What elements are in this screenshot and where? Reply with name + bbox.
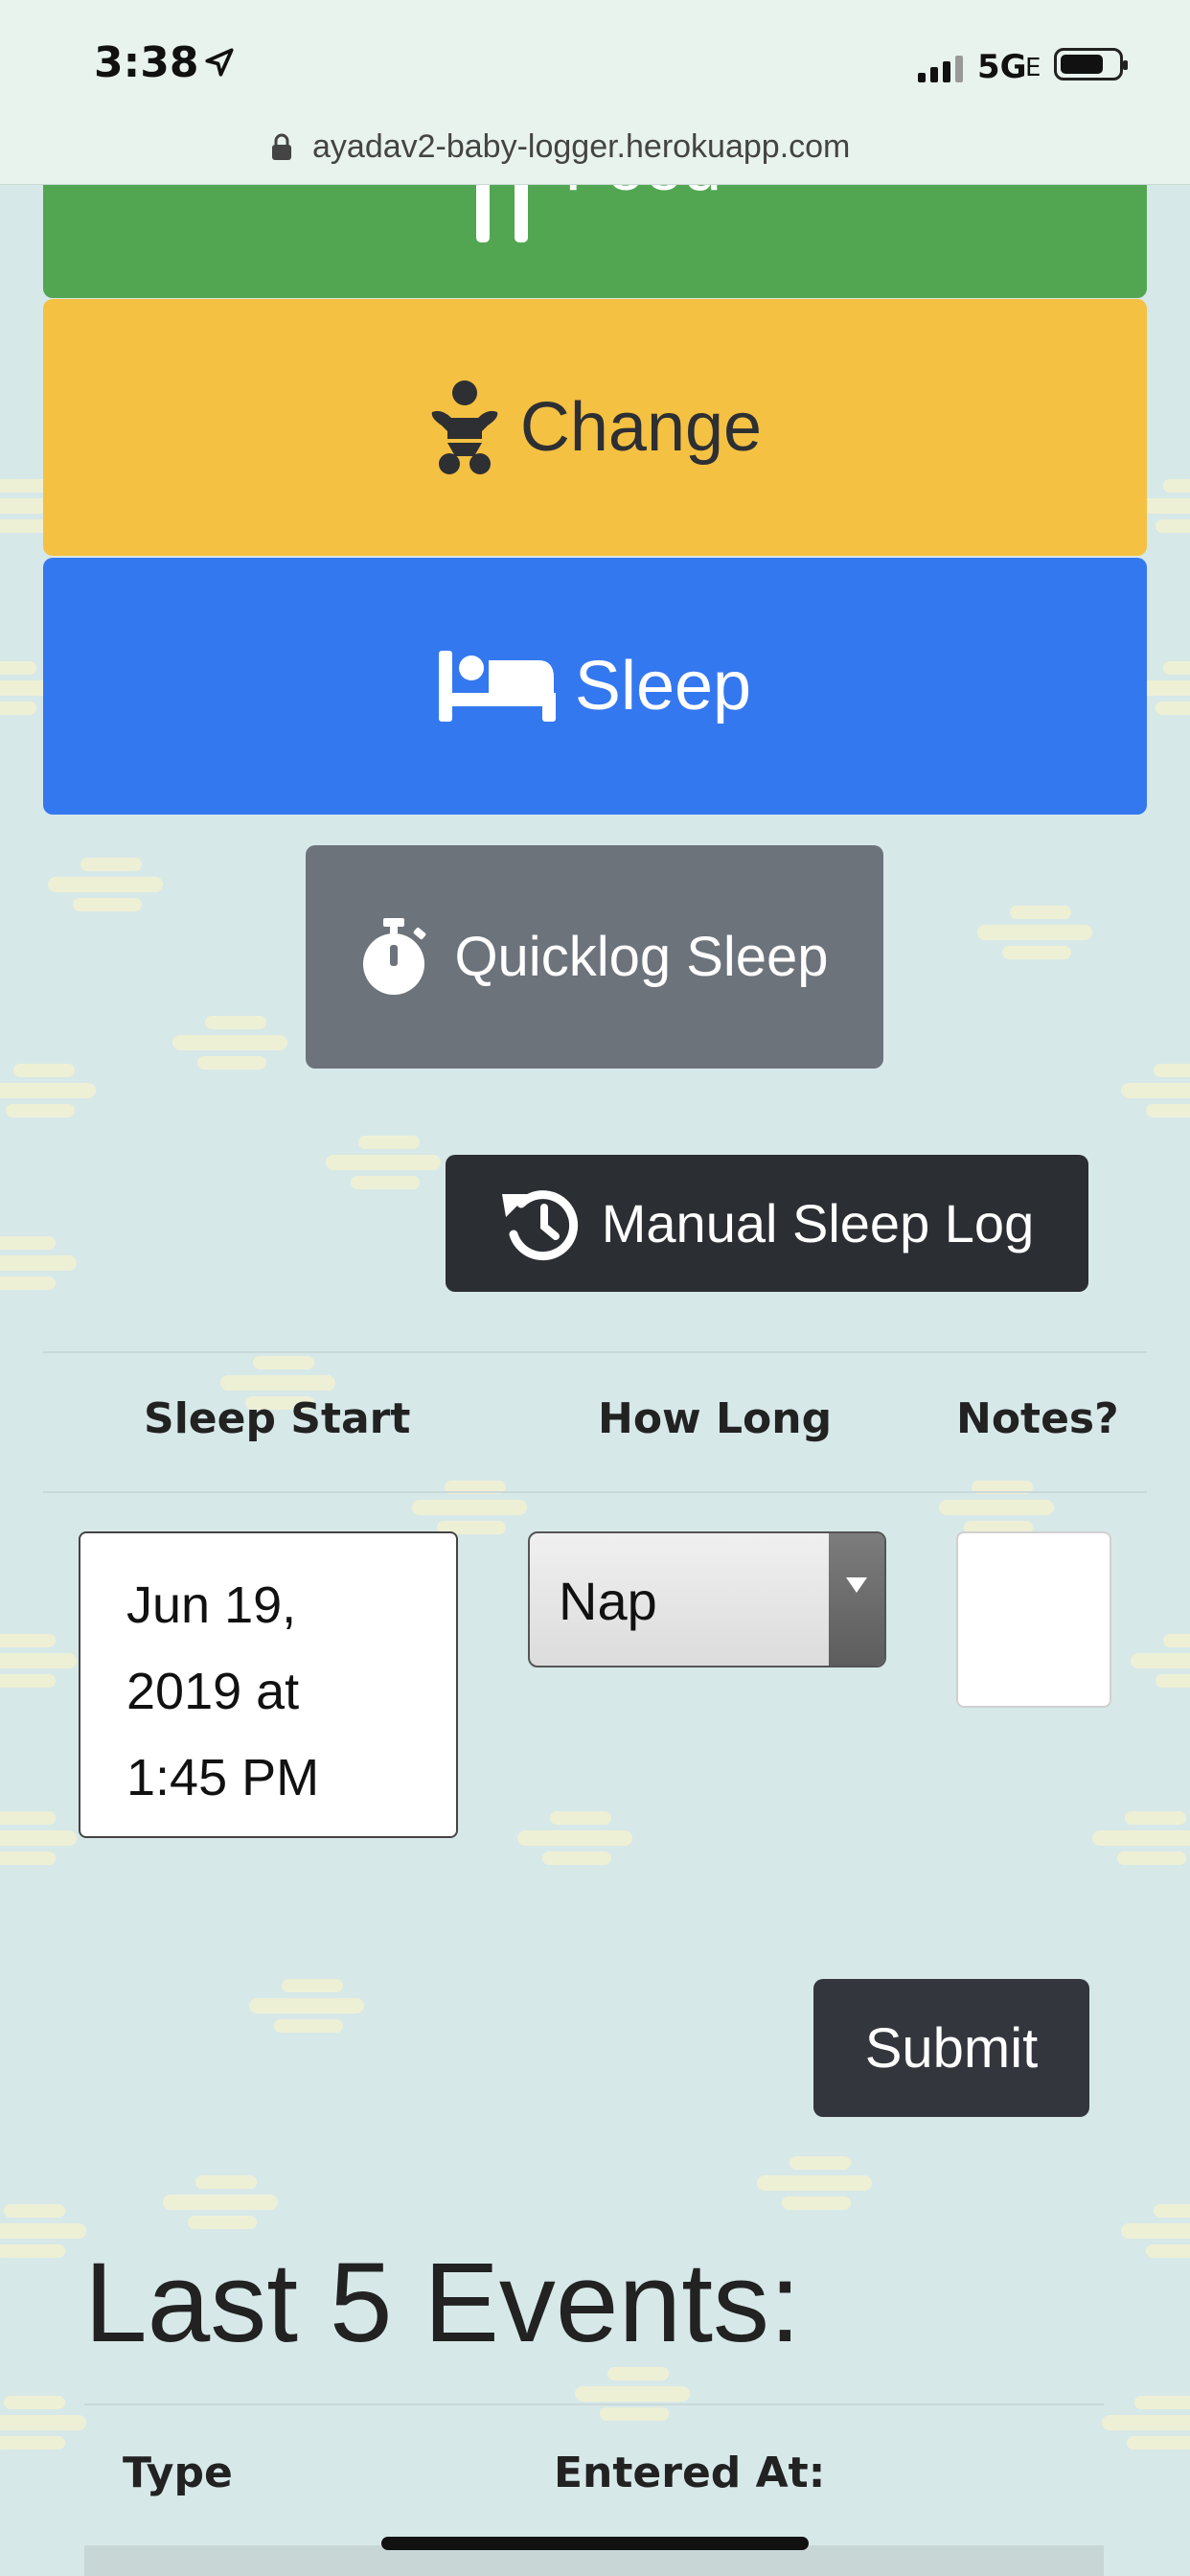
food-button-label: Food [564, 185, 721, 206]
baby-icon [431, 380, 498, 474]
change-button-label: Change [519, 389, 763, 466]
network-type: 5G [977, 48, 1027, 86]
stopwatch-icon [363, 917, 426, 995]
food-button[interactable]: Food [43, 185, 1147, 298]
cloud-decoration [575, 2367, 690, 2425]
sleep-start-header: Sleep Start [144, 1394, 411, 1443]
sleep-start-date-line: Jun 19, [126, 1576, 297, 1634]
sleep-start-time-line: 1:45 PM [126, 1749, 320, 1806]
last-events-title: Last 5 Events: [84, 2240, 801, 2366]
notes-input[interactable] [956, 1531, 1111, 1708]
utensils-icon [475, 185, 528, 242]
divider [84, 2404, 1104, 2405]
sleep-button[interactable]: Sleep [43, 558, 1147, 815]
network-type-suffix: E [1025, 54, 1041, 82]
how-long-select[interactable]: Nap [528, 1531, 886, 1668]
history-icon [501, 1189, 578, 1260]
cloud-decoration [977, 906, 1092, 963]
quicklog-sleep-button[interactable]: Quicklog Sleep [306, 845, 883, 1069]
how-long-header: How Long [598, 1394, 833, 1443]
notes-header: Notes? [956, 1394, 1119, 1443]
quicklog-sleep-label: Quicklog Sleep [454, 926, 829, 988]
location-arrow-icon [205, 48, 234, 77]
url-text: ayadav2-baby-logger.herokuapp.com [312, 128, 851, 165]
divider [43, 1491, 1147, 1493]
change-button[interactable]: Change [43, 299, 1147, 556]
sleep-start-year-line: 2019 at [126, 1663, 300, 1720]
cloud-decoration [0, 1064, 96, 1121]
cloud-decoration [1121, 1064, 1190, 1121]
cloud-decoration [0, 1236, 77, 1294]
cloud-decoration [517, 1811, 632, 1869]
select-arrow [829, 1533, 884, 1666]
cloud-decoration [0, 2204, 86, 2262]
bed-icon [438, 651, 556, 722]
caret-down-icon [846, 1577, 867, 1593]
cloud-decoration [249, 1979, 364, 2036]
cloud-decoration [1092, 1811, 1190, 1869]
cloud-decoration [0, 1811, 77, 1869]
cloud-decoration [163, 2175, 278, 2233]
how-long-selected-value: Nap [559, 1571, 657, 1631]
cloud-decoration [1102, 2396, 1190, 2453]
events-column-entered-at: Entered At: [554, 2449, 826, 2497]
cloud-decoration [1121, 2204, 1190, 2262]
manual-sleep-log-button[interactable]: Manual Sleep Log [446, 1155, 1088, 1292]
sleep-start-datetime-input[interactable]: Jun 19, 2019 at 1:45 PM [79, 1531, 458, 1838]
status-time: 3:38 [94, 38, 199, 87]
cloud-decoration [0, 1634, 77, 1691]
home-indicator[interactable] [381, 2537, 809, 2550]
sleep-button-label: Sleep [574, 648, 752, 724]
events-column-type: Type [123, 2449, 233, 2497]
cloud-decoration [172, 1016, 287, 1073]
cloud-decoration [326, 1136, 441, 1193]
cloud-decoration [939, 1481, 1054, 1538]
signal-strength-icon [918, 56, 963, 82]
cloud-decoration [0, 2396, 86, 2453]
lock-icon [272, 133, 291, 160]
submit-button[interactable]: Submit [813, 1979, 1089, 2117]
manual-sleep-log-label: Manual Sleep Log [601, 1193, 1035, 1254]
browser-url-bar[interactable]: ayadav2-baby-logger.herokuapp.com [0, 125, 1190, 185]
cloud-decoration [1131, 1634, 1190, 1691]
cloud-decoration [757, 2156, 872, 2214]
divider [43, 1351, 1147, 1353]
battery-icon [1054, 48, 1128, 80]
status-bar: 3:38 5G E [0, 0, 1190, 125]
cloud-decoration [412, 1481, 527, 1538]
cloud-decoration [48, 858, 163, 915]
